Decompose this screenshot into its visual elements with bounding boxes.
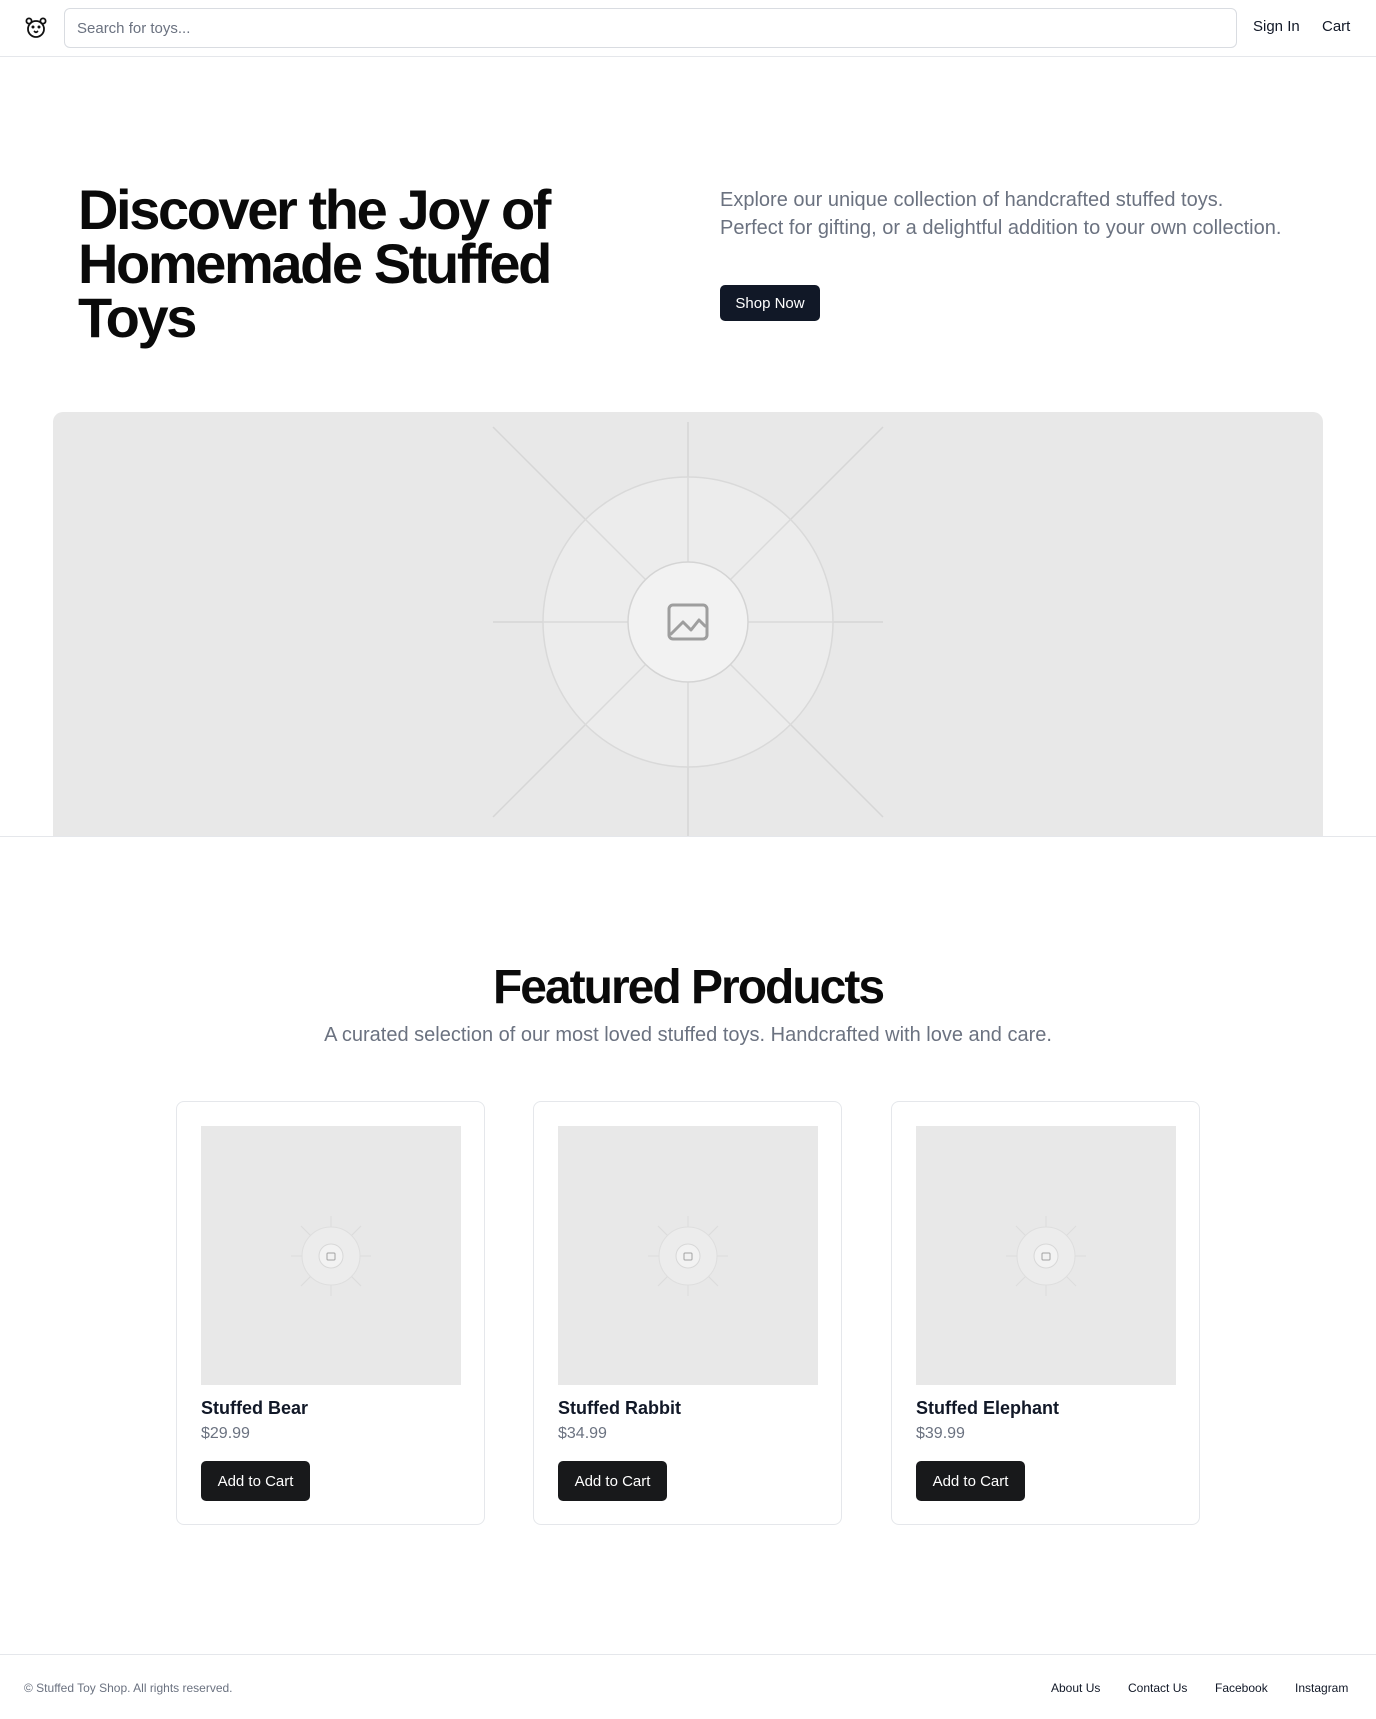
search-input[interactable] [64, 8, 1237, 48]
product-price: $39.99 [916, 1425, 965, 1442]
image-placeholder-icon [492, 422, 884, 836]
product-card: Stuffed Bear $29.99 Add to Cart [176, 1101, 485, 1525]
product-image-placeholder[interactable] [201, 1126, 461, 1385]
product-name: Stuffed Bear [201, 1398, 309, 1418]
footer-link-instagram[interactable]: Instagram [1295, 1681, 1348, 1695]
product-name: Stuffed Elephant [916, 1398, 1059, 1418]
product-card: Stuffed Rabbit $34.99 Add to Cart [533, 1101, 842, 1525]
hero-title: Discover the Joy of Homemade Stuffed Toy… [78, 178, 552, 349]
cart-link[interactable]: Cart [1322, 18, 1350, 35]
product-name: Stuffed Rabbit [558, 1398, 681, 1418]
section-divider [0, 836, 1376, 837]
featured-title: Featured Products [492, 961, 885, 1014]
add-to-cart-button[interactable]: Add to Cart [916, 1461, 1025, 1501]
bear-face-icon[interactable] [24, 16, 48, 40]
site-footer: © Stuffed Toy Shop. All rights reserved.… [0, 1654, 1376, 1719]
footer-link-about-us[interactable]: About Us [1051, 1681, 1100, 1695]
image-placeholder-icon [1006, 1216, 1086, 1296]
product-price: $34.99 [558, 1425, 607, 1442]
hero-description: Explore our unique collection of handcra… [720, 189, 1282, 239]
product-image-placeholder[interactable] [916, 1126, 1176, 1385]
product-card: Stuffed Elephant $39.99 Add to Cart [891, 1101, 1200, 1525]
add-to-cart-button[interactable]: Add to Cart [201, 1461, 310, 1501]
product-price: $29.99 [201, 1425, 250, 1442]
hero-image-placeholder [53, 412, 1323, 836]
image-placeholder-icon [291, 1216, 371, 1296]
site-header: Sign In Cart [0, 0, 1376, 57]
image-placeholder-icon [648, 1216, 728, 1296]
add-to-cart-button[interactable]: Add to Cart [558, 1461, 667, 1501]
featured-subtitle: A curated selection of our most loved st… [324, 1024, 1052, 1046]
footer-link-facebook[interactable]: Facebook [1215, 1681, 1268, 1695]
copyright-text: © Stuffed Toy Shop. All rights reserved. [24, 1681, 233, 1695]
footer-link-contact-us[interactable]: Contact Us [1128, 1681, 1187, 1695]
product-image-placeholder[interactable] [558, 1126, 818, 1385]
sign-in-link[interactable]: Sign In [1253, 18, 1300, 35]
shop-now-button[interactable]: Shop Now [720, 285, 820, 321]
